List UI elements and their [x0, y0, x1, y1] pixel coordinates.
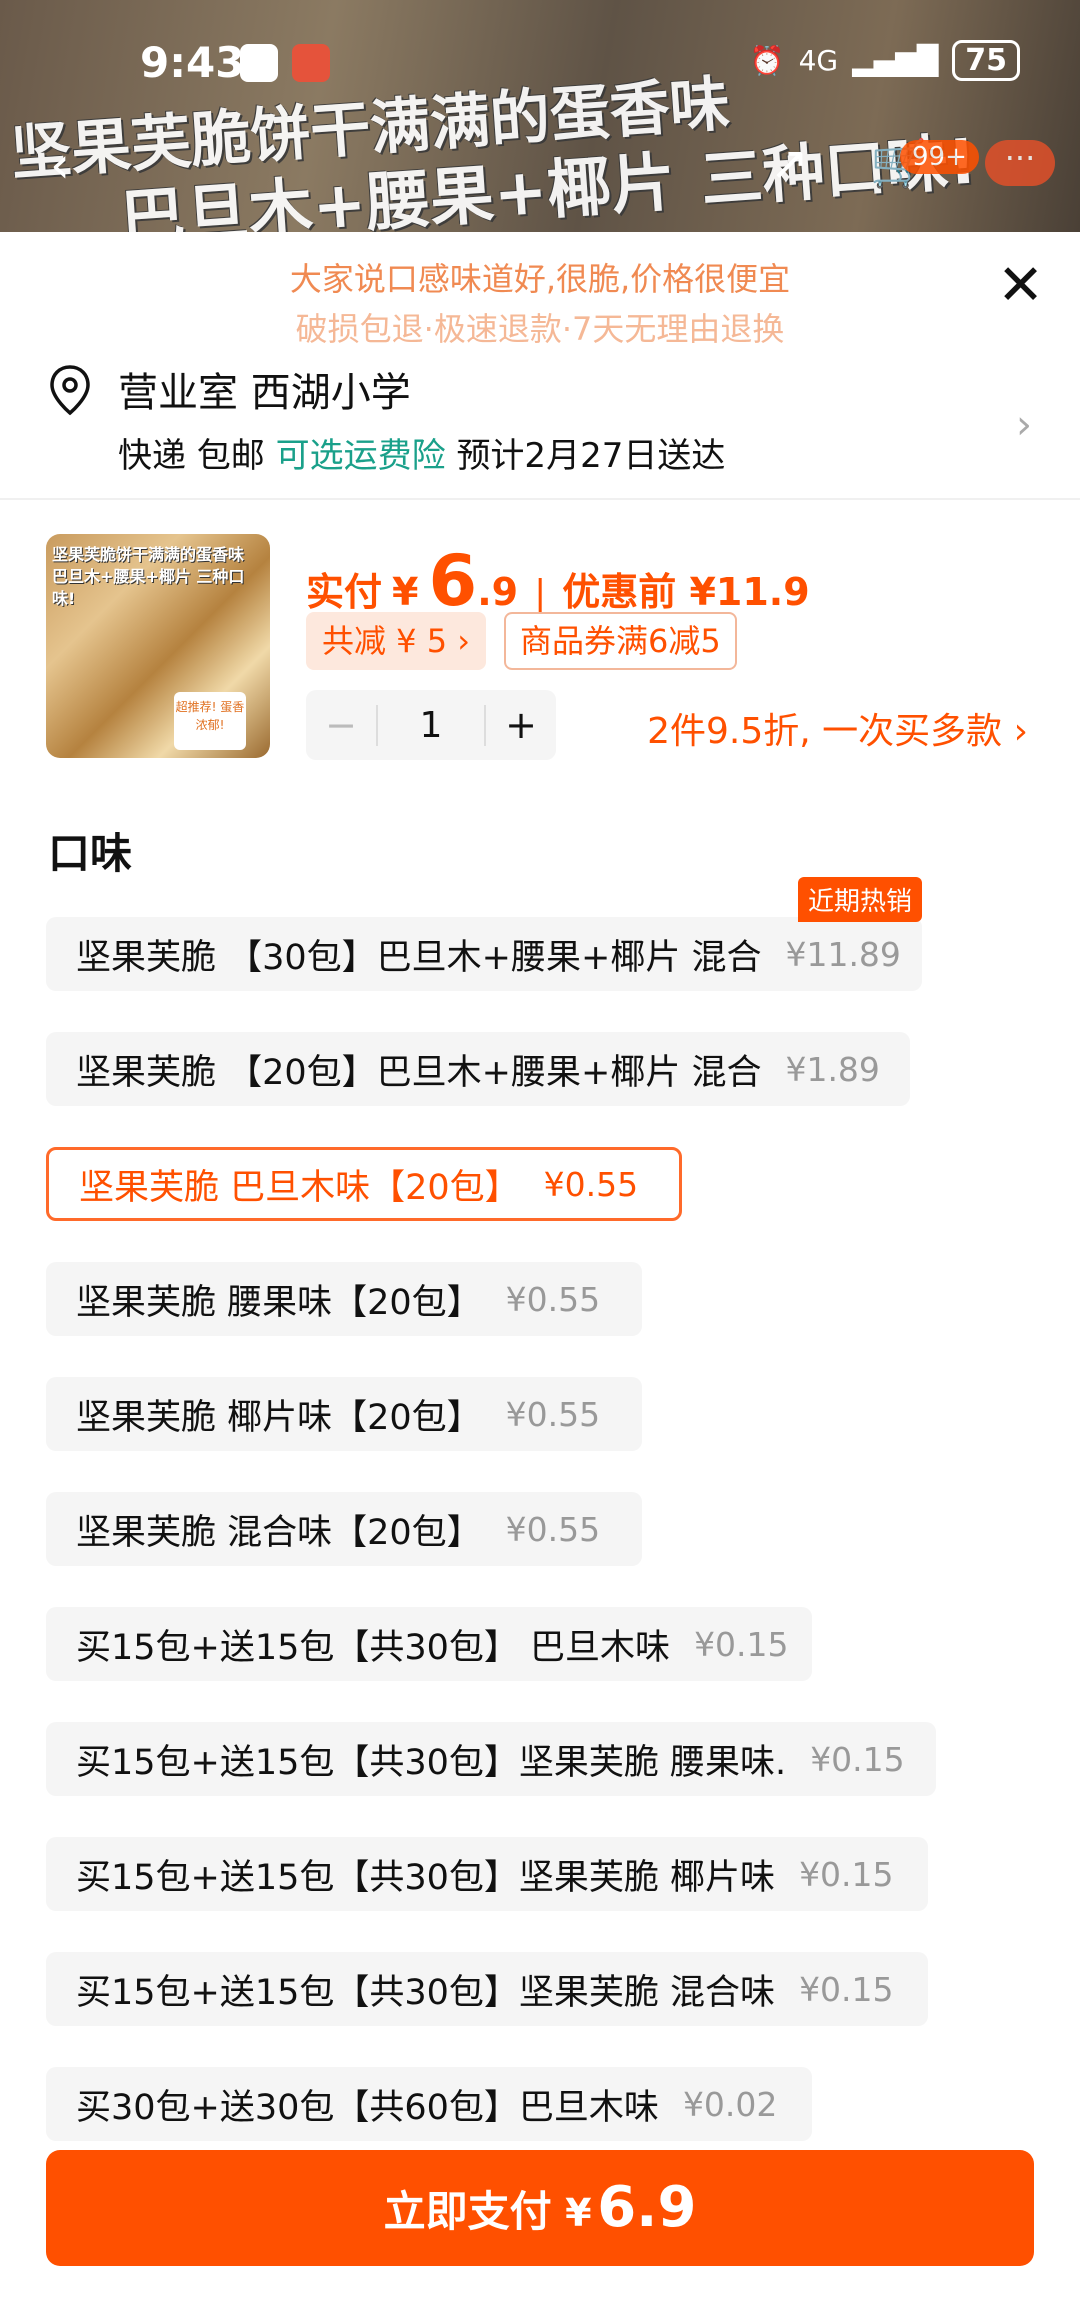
flavor-section-title: 口味	[48, 829, 133, 878]
price-integer: 6	[428, 540, 478, 622]
status-icons: ⏰ 4G ▂▄▆█ 75	[750, 40, 1020, 81]
purchase-sheet: 大家说口感味道好,很脆,价格很便宜 破损包退·极速退款·7天无理由退换 ✕ 营业…	[0, 232, 1080, 2310]
price-decimal: .9	[477, 570, 519, 614]
hot-sale-tag: 近期热销	[797, 877, 922, 922]
shipping-info: 快递 包邮 可选运费险 预计2月27日送达	[118, 428, 725, 477]
coupon-chip[interactable]: 商品券满6减5	[504, 612, 737, 670]
option-name: 坚果芙脆 混合味【20包】	[76, 1512, 482, 1553]
status-bar: 9:43 ⏰ 4G ▂▄▆█ 75	[0, 30, 1080, 100]
increase-button[interactable]: +	[486, 703, 556, 747]
option-name: 坚果芙脆 腰果味【20包】	[76, 1282, 482, 1323]
pay-now-button[interactable]: 立即支付 ¥ 6.9	[46, 2150, 1034, 2266]
option-price: ¥0.15	[694, 1624, 789, 1664]
currency-symbol: ¥	[392, 570, 419, 614]
option-name: 坚果芙脆 【30包】巴旦木+腰果+椰片 混合	[76, 937, 762, 978]
option-price: ¥0.02	[682, 2084, 778, 2124]
price-label: 实付	[306, 570, 383, 614]
share-icon[interactable]: ↗	[770, 140, 809, 186]
option-name: 买15包+送15包【共30包】坚果芙脆 混合味	[76, 1972, 776, 2013]
delivery-eta: 预计2月27日送达	[456, 436, 726, 476]
option-chip[interactable]: 坚果芙脆 腰果味【20包】 ¥0.55	[46, 1262, 642, 1336]
pay-button-label: 立即支付	[383, 2187, 552, 2236]
option-name: 买15包+送15包【共30包】坚果芙脆 腰果味.	[76, 1742, 787, 1783]
cart-badge: 99+	[900, 140, 979, 174]
more-button[interactable]: ···	[985, 140, 1055, 186]
option-price: ¥0.55	[543, 1164, 639, 1204]
thumbnail-caption: 坚果芙脆饼干满满的蛋香味 巴旦木+腰果+椰片 三种口味!	[52, 545, 245, 608]
option-chip-selected[interactable]: 坚果芙脆 巴旦木味【20包】 ¥0.55	[46, 1147, 682, 1221]
option-chip[interactable]: 坚果芙脆 【20包】巴旦木+腰果+椰片 混合 ¥1.89	[46, 1032, 910, 1106]
pay-button-currency: ¥	[565, 2191, 592, 2235]
decrease-button[interactable]: −	[306, 703, 376, 747]
battery-icon: 75	[952, 40, 1020, 81]
option-name: 买15包+送15包【共30包】坚果芙脆 椰片味	[76, 1857, 776, 1898]
back-icon[interactable]: ‹	[50, 140, 70, 190]
quantity-stepper: − 1 +	[306, 690, 556, 760]
qq-app-icon	[240, 44, 278, 82]
product-image-banner: 坚果芙脆饼干满满的蛋香味 巴旦木+腰果+椰片 三种口味! 9:43 ⏰ 4G ▂…	[0, 0, 1080, 232]
option-chip[interactable]: 买30包+送30包【共60包】巴旦木味 ¥0.02	[46, 2067, 812, 2141]
option-chip[interactable]: 买15包+送15包【共30包】坚果芙脆 椰片味 ¥0.15	[46, 1837, 928, 1911]
option-chip[interactable]: 买15包+送15包【共30包】 巴旦木味 ¥0.15	[46, 1607, 812, 1681]
option-name: 买30包+送30包【共60包】巴旦木味	[76, 2087, 659, 2128]
original-price: 优惠前 ¥11.9	[562, 570, 810, 614]
option-price: ¥0.55	[505, 1509, 601, 1549]
option-name: 坚果芙脆 【20包】巴旦木+腰果+椰片 混合	[76, 1052, 762, 1093]
option-chip[interactable]: 坚果芙脆 椰片味【20包】 ¥0.55	[46, 1377, 642, 1451]
divider	[0, 498, 1080, 500]
thumbnail-sticker: 超推荐! 蛋香浓郁!	[174, 692, 246, 750]
discount-chip[interactable]: 共减 ¥ 5 ›	[306, 612, 487, 670]
app-notification-icon	[292, 44, 330, 82]
option-price: ¥0.15	[810, 1739, 905, 1779]
option-chip[interactable]: 坚果芙脆 混合味【20包】 ¥0.55	[46, 1492, 642, 1566]
alarm-icon: ⏰	[749, 44, 785, 77]
product-thumbnail[interactable]: 坚果芙脆饼干满满的蛋香味 巴旦木+腰果+椰片 三种口味! 超推荐! 蛋香浓郁!	[46, 534, 270, 758]
location-pin-icon	[50, 365, 90, 416]
network-label: 4G	[798, 44, 839, 77]
promo-line-1: 大家说口感味道好,很脆,价格很便宜	[289, 260, 791, 298]
option-price: ¥0.15	[799, 1854, 894, 1894]
option-price: ¥0.15	[799, 1969, 894, 2009]
chevron-right-icon[interactable]: ›	[1016, 402, 1032, 448]
close-icon[interactable]: ✕	[997, 258, 1044, 314]
quantity-value[interactable]: 1	[376, 704, 486, 746]
option-price: ¥11.89	[785, 934, 901, 974]
option-price: ¥0.55	[505, 1279, 601, 1319]
signal-icon: ▂▄▆█	[852, 44, 939, 77]
shipping-insurance-link[interactable]: 可选运费险	[276, 436, 446, 476]
promo-line-2: 破损包退·极速退款·7天无理由退换	[295, 310, 785, 348]
option-name: 坚果芙脆 巴旦木味【20包】	[79, 1167, 520, 1208]
option-chip[interactable]: 坚果芙脆 【30包】巴旦木+腰果+椰片 混合 ¥11.89 近期热销	[46, 877, 922, 991]
price-row: 实付 ¥ 6 .9 | 优惠前 ¥11.9	[306, 540, 810, 622]
pay-button-amount: 6.9	[597, 2175, 697, 2240]
option-name: 坚果芙脆 椰片味【20包】	[76, 1397, 482, 1438]
option-chip[interactable]: 买15包+送15包【共30包】坚果芙脆 混合味 ¥0.15	[46, 1952, 928, 2026]
option-price: ¥1.89	[785, 1049, 880, 1089]
option-chip[interactable]: 买15包+送15包【共30包】坚果芙脆 腰果味. ¥0.15	[46, 1722, 936, 1796]
option-price: ¥0.55	[505, 1394, 601, 1434]
price-separator: |	[534, 573, 547, 614]
express-label: 快递 包邮	[118, 436, 265, 476]
address-title[interactable]: 营业室 西湖小学	[118, 360, 411, 418]
option-name: 买15包+送15包【共30包】 巴旦木味	[76, 1627, 671, 1668]
multi-buy-offer[interactable]: 2件9.5折, 一次买多款 ›	[647, 702, 1028, 754]
status-time: 9:43	[140, 38, 245, 87]
